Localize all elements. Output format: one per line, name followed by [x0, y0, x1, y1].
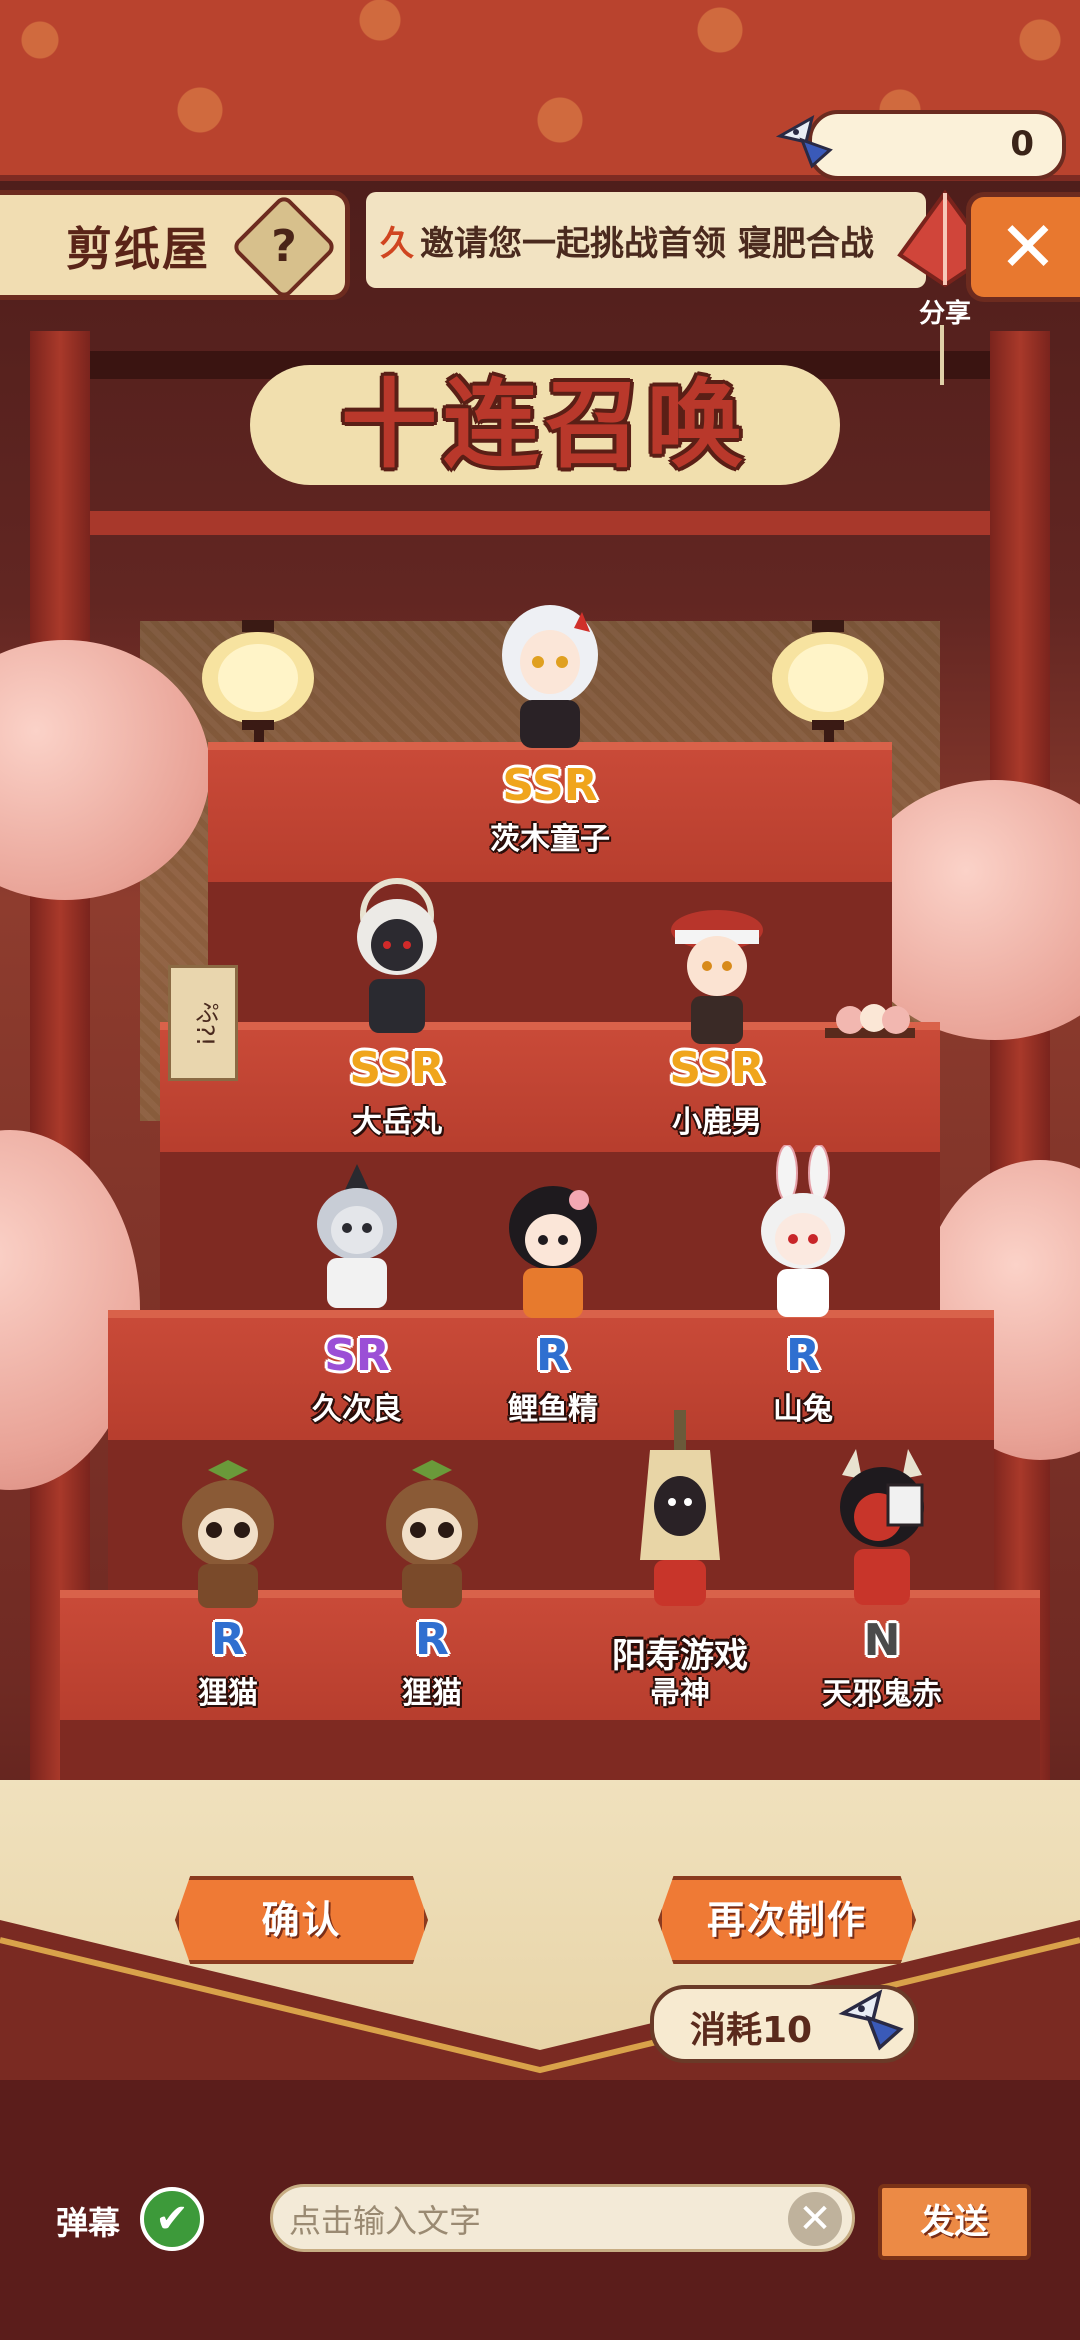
paper-ticket-decoration: ぷ?! — [168, 965, 238, 1081]
question-icon: ? — [271, 221, 297, 272]
currency-counter[interactable]: 0 — [775, 110, 1066, 180]
send-button[interactable]: 发送 — [878, 2184, 1031, 2260]
lantern-icon — [202, 620, 314, 730]
character-name: 帚神 — [650, 1676, 710, 1711]
summon-result-3[interactable]: SR 久次良 — [262, 1160, 452, 1427]
summon-result-4[interactable]: R 鲤鱼精 — [458, 1180, 648, 1427]
character-name: 狸猫 — [198, 1676, 258, 1711]
clear-icon[interactable]: ✕ — [788, 2192, 842, 2246]
character-portrait-icon — [509, 1186, 597, 1318]
character-portrait-icon — [386, 1460, 478, 1608]
paper-bird-icon — [838, 1989, 904, 2051]
character-portrait-icon — [357, 878, 437, 1033]
character-portrait-icon — [671, 910, 763, 1044]
dango-sweets-icon — [825, 1004, 915, 1038]
confirm-button[interactable]: 确认 — [175, 1876, 428, 1964]
paper-bird-icon — [775, 114, 833, 169]
character-name: 茨木童子 — [490, 822, 610, 857]
summon-result-8[interactable]: 阳寿游戏 帚神 — [585, 1410, 775, 1711]
rarity-badge: R — [211, 1614, 245, 1665]
share-string — [940, 325, 944, 385]
close-button[interactable]: ✕ — [966, 192, 1080, 302]
invite-marquee[interactable]: 久邀请您一起挑战首领 寝肥合战 — [366, 192, 926, 288]
character-portrait-icon — [640, 1410, 720, 1606]
rarity-badge: SR — [324, 1330, 390, 1381]
summon-result-7[interactable]: R 狸猫 — [337, 1460, 527, 1711]
danmaku-toggle-check-icon[interactable]: ✔ — [140, 2187, 204, 2251]
shrine-beam — [60, 511, 1020, 535]
invite-mark: 久 — [380, 224, 414, 264]
cost-label: 消耗10 — [690, 2010, 813, 2051]
rarity-badge: SSR — [349, 1043, 445, 1094]
rarity-badge: SSR — [502, 760, 598, 811]
danmaku-input[interactable]: 点击输入文字 — [270, 2184, 855, 2252]
cost-indicator: 消耗10 — [650, 1985, 918, 2063]
invite-text-line: 久邀请您一起挑战首领 寝肥合战 — [380, 216, 874, 265]
game-screen: 0 ぷ?! 剪纸屋 ? 久 邀请您一起挑战首领 寝肥合战 分享 ✕ 十连召唤 S… — [0, 0, 1080, 2340]
rarity-badge: R — [536, 1330, 570, 1381]
paper-house-title: 剪纸屋 ? — [0, 190, 350, 301]
invite-message: 邀请您一起挑战首领 寝肥合战 — [420, 224, 874, 264]
character-name: 大岳丸 — [352, 1105, 442, 1140]
summon-title: 十连召唤 — [341, 369, 749, 481]
rarity-badge: R — [786, 1330, 820, 1381]
character-portrait-icon — [182, 1460, 274, 1608]
house-title-text: 剪纸屋 — [66, 222, 210, 276]
close-icon: ✕ — [998, 206, 1058, 288]
character-portrait-icon — [502, 605, 598, 748]
summon-result-6[interactable]: R 狸猫 — [133, 1460, 323, 1711]
bottom-chevron-decoration — [0, 1920, 1080, 2080]
summon-result-5[interactable]: R 山兔 — [708, 1145, 898, 1427]
summon-result-9[interactable]: N 天邪鬼赤 — [787, 1445, 977, 1712]
danmaku-label: 弹幕 — [56, 2204, 121, 2242]
character-portrait-icon — [761, 1145, 845, 1317]
summon-result-0[interactable]: SSR 茨木童子 — [455, 600, 645, 860]
ten-summon-banner: 十连召唤 — [250, 365, 840, 485]
top-banner: 0 — [0, 0, 1080, 181]
help-button[interactable]: ? — [230, 193, 338, 301]
currency-count: 0 — [1010, 124, 1034, 164]
summon-result-2[interactable]: SSR 小鹿男 — [622, 900, 812, 1145]
remake-button[interactable]: 再次制作 — [658, 1876, 916, 1964]
lantern-icon — [772, 620, 884, 730]
rarity-badge: R — [415, 1614, 449, 1665]
character-name: 小鹿男 — [672, 1105, 762, 1140]
rarity-badge: SSR — [669, 1043, 765, 1094]
summon-result-1[interactable]: SSR 大岳丸 — [302, 875, 492, 1145]
character-name: 天邪鬼赤 — [822, 1677, 942, 1712]
character-name: 狸猫 — [402, 1676, 462, 1711]
rarity-badge: N — [863, 1615, 901, 1666]
character-portrait-icon — [840, 1449, 924, 1605]
character-portrait-icon — [317, 1164, 397, 1308]
